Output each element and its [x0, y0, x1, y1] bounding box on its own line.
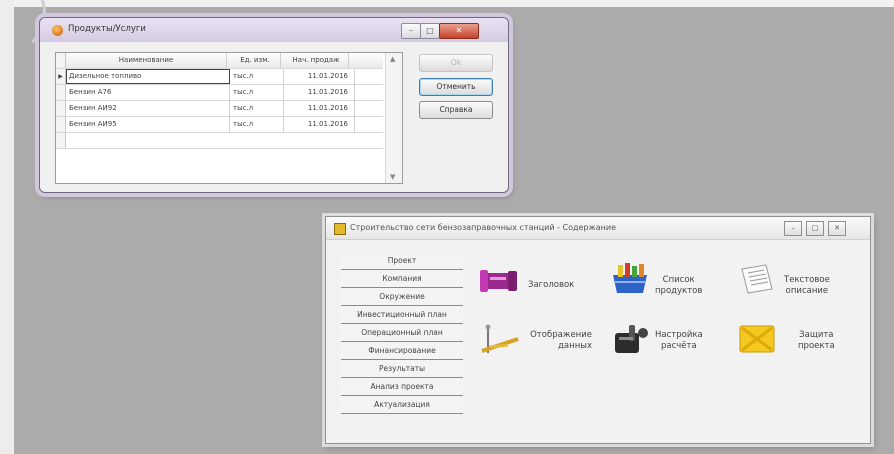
main-title: Строительство сети бензозаправочных стан…	[350, 223, 617, 232]
table-row[interactable]: ▶ Дизельное топливо тыс.л 11.01.2016	[56, 69, 383, 85]
navigation-menu: Проект Компания Окружение Инвестиционный…	[341, 252, 463, 414]
nav-item-actualization[interactable]: Актуализация	[341, 396, 463, 414]
products-services-dialog: Продукты/Услуги – □ ✕ Наименование Ед. и…	[39, 17, 509, 193]
column-header-unit[interactable]: Ед. изм.	[230, 53, 281, 68]
minimize-button[interactable]: –	[784, 221, 802, 236]
grid-scrollbar[interactable]: ▲ ▼	[385, 53, 402, 183]
table-cell-date[interactable]: 11.01.2016	[284, 117, 355, 132]
nav-item-investment-plan[interactable]: Инвестиционный план	[341, 306, 463, 324]
app-icon	[52, 25, 63, 36]
ok-button[interactable]: Ok	[419, 54, 493, 72]
tile-label: данных	[558, 341, 592, 351]
tile-label: проекта	[798, 341, 835, 351]
window-icon	[334, 223, 346, 235]
table-cell-date[interactable]: 11.01.2016	[284, 101, 355, 116]
table-cell-name[interactable]: Бензин АИ95	[66, 117, 230, 132]
table-cell-name[interactable]: Бензин А76	[66, 85, 230, 100]
close-button[interactable]: ✕	[439, 23, 479, 39]
new-row[interactable]	[56, 133, 383, 149]
tile-label: Список	[662, 275, 695, 285]
nav-item-project-analysis[interactable]: Анализ проекта	[341, 378, 463, 396]
tile-label: описание	[785, 286, 829, 296]
table-cell-date[interactable]: 11.01.2016	[284, 69, 355, 84]
nav-item-project[interactable]: Проект	[341, 252, 463, 270]
title-icon	[478, 265, 520, 301]
dialog-titlebar[interactable]: Продукты/Услуги – □ ✕	[40, 18, 508, 42]
slide-margin	[0, 0, 14, 454]
data-display-icon	[478, 321, 520, 361]
nav-item-company[interactable]: Компания	[341, 270, 463, 288]
products-grid[interactable]: Наименование Ед. изм. Нач. продаж ▶ Дизе…	[55, 52, 403, 184]
tile-label: Заголовок	[528, 280, 575, 290]
table-cell-unit[interactable]: тыс.л	[230, 85, 284, 100]
maximize-button[interactable]: □	[420, 23, 440, 39]
nav-item-operating-plan[interactable]: Операционный план	[341, 324, 463, 342]
dialog-title: Продукты/Услуги	[68, 24, 146, 34]
table-cell-unit[interactable]: тыс.л	[230, 101, 284, 116]
table-cell-date[interactable]: 11.01.2016	[284, 85, 355, 100]
table-row[interactable]: Бензин А76 тыс.л 11.01.2016	[56, 85, 383, 101]
scroll-up-icon[interactable]: ▲	[390, 55, 395, 63]
cancel-button[interactable]: Отменить	[419, 78, 493, 96]
maximize-button[interactable]: □	[806, 221, 824, 236]
tile-label: Настройка	[655, 330, 703, 340]
table-row[interactable]: Бензин АИ95 тыс.л 11.01.2016	[56, 117, 383, 133]
table-row[interactable]: Бензин АИ92 тыс.л 11.01.2016	[56, 101, 383, 117]
grid-header: Наименование Ед. изм. Нач. продаж	[56, 53, 383, 69]
tile-label: Защита	[799, 330, 834, 340]
table-cell-name[interactable]: Бензин АИ92	[66, 101, 230, 116]
current-row-indicator: ▶	[56, 69, 66, 84]
product-list-icon	[609, 261, 651, 301]
tile-label: Отображение	[530, 330, 592, 340]
table-cell-unit[interactable]: тыс.л	[230, 117, 284, 132]
column-header-start[interactable]: Нач. продаж	[284, 53, 349, 68]
nav-item-financing[interactable]: Финансирование	[341, 342, 463, 360]
calculation-settings-icon	[609, 323, 651, 361]
tile-label: Текстовое	[784, 275, 830, 285]
scroll-down-icon[interactable]: ▼	[390, 173, 395, 181]
table-cell-name[interactable]: Дизельное топливо	[66, 69, 230, 84]
table-cell-unit[interactable]: тыс.л	[230, 69, 284, 84]
nav-item-environment[interactable]: Окружение	[341, 288, 463, 306]
text-description-icon	[736, 263, 778, 301]
tile-label: расчёта	[661, 341, 697, 351]
minimize-button[interactable]: –	[401, 23, 421, 39]
background-strip	[0, 0, 894, 7]
main-titlebar[interactable]: Строительство сети бензозаправочных стан…	[326, 217, 870, 240]
tile-label: продуктов	[655, 286, 703, 296]
column-header-name[interactable]: Наименование	[66, 53, 227, 68]
contents-window: Строительство сети бензозаправочных стан…	[325, 216, 871, 444]
help-button[interactable]: Справка	[419, 101, 493, 119]
close-button[interactable]: ✕	[828, 221, 846, 236]
nav-item-results[interactable]: Результаты	[341, 360, 463, 378]
project-protection-icon	[738, 323, 776, 359]
